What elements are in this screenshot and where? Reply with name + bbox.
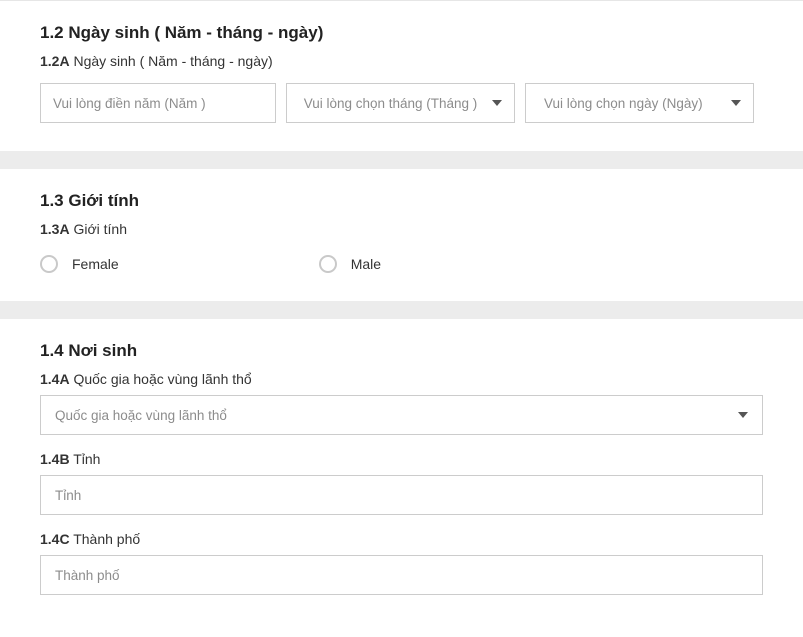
subsection-1-3a: 1.3A Giới tính xyxy=(40,221,763,237)
subsection-code: 1.4B xyxy=(40,451,70,467)
province-placeholder: Tỉnh xyxy=(55,488,81,503)
month-placeholder: Vui lòng chọn tháng (Tháng ) xyxy=(299,96,482,111)
section-title-1-3: 1.3 Giới tính xyxy=(40,191,763,211)
gender-female-option[interactable]: Female xyxy=(40,255,119,273)
section-birth-place: 1.4 Nơi sinh 1.4A Quốc gia hoặc vùng lãn… xyxy=(0,319,803,611)
country-select[interactable]: Quốc gia hoặc vùng lãnh thổ xyxy=(40,395,763,435)
subsection-code: 1.4A xyxy=(40,371,70,387)
section-birth-date: 1.2 Ngày sinh ( Năm - tháng - ngày) 1.2A… xyxy=(0,1,803,151)
day-select[interactable]: Vui lòng chọn ngày (Ngày) xyxy=(525,83,754,123)
gender-options: Female Male xyxy=(40,251,763,273)
month-select[interactable]: Vui lòng chọn tháng (Tháng ) xyxy=(286,83,515,123)
radio-icon xyxy=(40,255,58,273)
birth-date-row: Vui lòng điền năm (Năm ) Vui lòng chọn t… xyxy=(40,83,763,123)
city-placeholder: Thành phố xyxy=(55,568,120,583)
subsection-text: Ngày sinh ( Năm - tháng - ngày) xyxy=(70,53,273,69)
chevron-down-icon xyxy=(731,100,741,106)
city-input[interactable]: Thành phố xyxy=(40,555,763,595)
subsection-1-4b: 1.4B Tỉnh xyxy=(40,451,763,467)
subsection-code: 1.3A xyxy=(40,221,70,237)
subsection-text: Thành phố xyxy=(70,531,141,547)
year-placeholder: Vui lòng điền năm (Năm ) xyxy=(53,96,206,111)
section-gender: 1.3 Giới tính 1.3A Giới tính Female Male xyxy=(0,169,803,301)
subsection-code: 1.4C xyxy=(40,531,70,547)
gender-female-label: Female xyxy=(72,256,119,272)
province-input[interactable]: Tỉnh xyxy=(40,475,763,515)
chevron-down-icon xyxy=(492,100,502,106)
subsection-text: Quốc gia hoặc vùng lãnh thổ xyxy=(70,371,252,387)
section-title-1-4: 1.4 Nơi sinh xyxy=(40,341,763,361)
day-placeholder: Vui lòng chọn ngày (Ngày) xyxy=(538,96,731,111)
subsection-1-4c: 1.4C Thành phố xyxy=(40,531,763,547)
section-divider xyxy=(0,301,803,319)
country-placeholder: Quốc gia hoặc vùng lãnh thổ xyxy=(55,408,227,423)
gender-male-label: Male xyxy=(351,256,381,272)
section-divider xyxy=(0,151,803,169)
subsection-code: 1.2A xyxy=(40,53,70,69)
section-title-1-2: 1.2 Ngày sinh ( Năm - tháng - ngày) xyxy=(40,23,763,43)
subsection-text: Giới tính xyxy=(70,221,127,237)
year-input[interactable]: Vui lòng điền năm (Năm ) xyxy=(40,83,276,123)
subsection-text: Tỉnh xyxy=(70,451,101,467)
subsection-1-4a: 1.4A Quốc gia hoặc vùng lãnh thổ xyxy=(40,371,763,387)
radio-icon xyxy=(319,255,337,273)
gender-male-option[interactable]: Male xyxy=(319,255,381,273)
subsection-1-2a: 1.2A Ngày sinh ( Năm - tháng - ngày) xyxy=(40,53,763,69)
chevron-down-icon xyxy=(738,412,748,418)
